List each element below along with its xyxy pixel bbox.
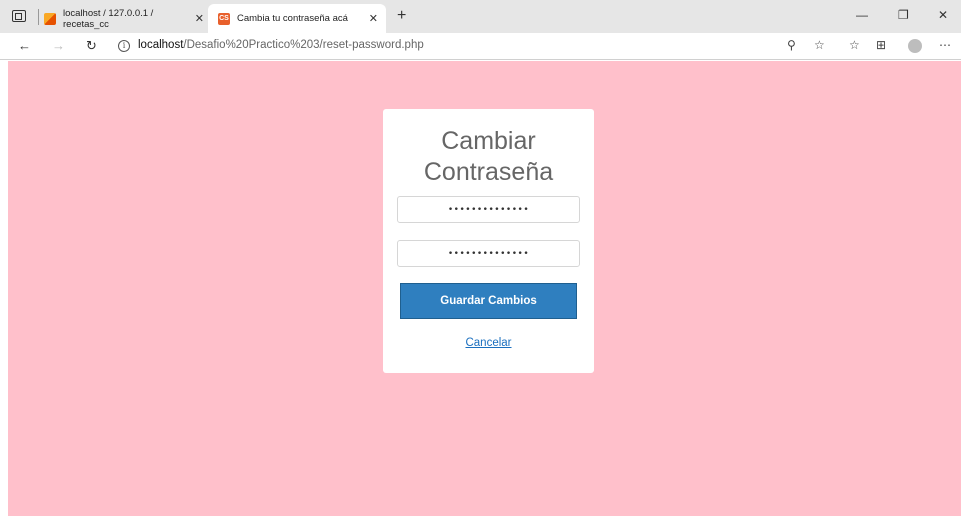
tab-title: localhost / 127.0.0.1 / recetas_cc	[63, 7, 154, 30]
window-close-icon[interactable]: ✕	[938, 8, 948, 22]
phpmyadmin-favicon-icon	[44, 12, 56, 25]
title-line-2: Contraseña	[423, 158, 554, 186]
title-line-1: Cambiar	[441, 127, 536, 155]
browser-tab-strip: localhost / 127.0.0.1 / recetas_cc ✕ CS …	[0, 0, 961, 33]
tab-actions-icon[interactable]	[12, 10, 26, 22]
address-bar[interactable]: localhost/Desafio%20Practico%203/reset-p…	[138, 39, 424, 51]
save-changes-button[interactable]: Guardar Cambios	[400, 283, 577, 319]
tab-reset-password[interactable]: CS Cambia tu contraseña acá ✕	[208, 4, 386, 33]
new-password-input[interactable]	[397, 196, 580, 223]
close-icon[interactable]: ✕	[195, 12, 206, 25]
new-tab-icon[interactable]: +	[397, 7, 406, 25]
cancel-link[interactable]: Cancelar	[383, 337, 594, 349]
close-icon[interactable]: ✕	[369, 12, 386, 25]
add-favorite-icon[interactable]: ☆	[814, 38, 825, 52]
forward-icon[interactable]: →	[52, 38, 65, 53]
browser-toolbar: ← → ↻ i localhost/Desafio%20Practico%203…	[0, 33, 961, 60]
search-key-icon[interactable]: ⚲	[787, 38, 796, 52]
page-title: Cambiar Contraseña	[383, 126, 594, 188]
tab-title: Cambia tu contraseña acá	[237, 13, 348, 24]
site-info-icon[interactable]: i	[118, 40, 130, 52]
profile-avatar[interactable]	[908, 39, 922, 53]
minimize-icon[interactable]: —	[856, 8, 868, 22]
restore-icon[interactable]: ❐	[898, 8, 909, 22]
url-path: /Desafio%20Practico%203/reset-password.p…	[183, 39, 424, 51]
url-host: localhost	[138, 39, 184, 51]
site-favicon-icon: CS	[218, 12, 230, 25]
page-viewport: Cambiar Contraseña Guardar Cambios Cance…	[8, 61, 961, 516]
confirm-password-input[interactable]	[397, 240, 580, 267]
collections-icon[interactable]: ⊞	[876, 38, 886, 52]
reset-password-card: Cambiar Contraseña Guardar Cambios Cance…	[383, 109, 594, 373]
refresh-icon[interactable]: ↻	[86, 38, 97, 54]
tab-phpmyadmin[interactable]: localhost / 127.0.0.1 / recetas_cc ✕	[44, 7, 206, 30]
more-options-icon[interactable]: ⋯	[939, 38, 951, 52]
tab-separator	[38, 9, 39, 25]
back-icon[interactable]: ←	[18, 38, 31, 53]
favorites-icon[interactable]: ☆	[849, 38, 860, 52]
